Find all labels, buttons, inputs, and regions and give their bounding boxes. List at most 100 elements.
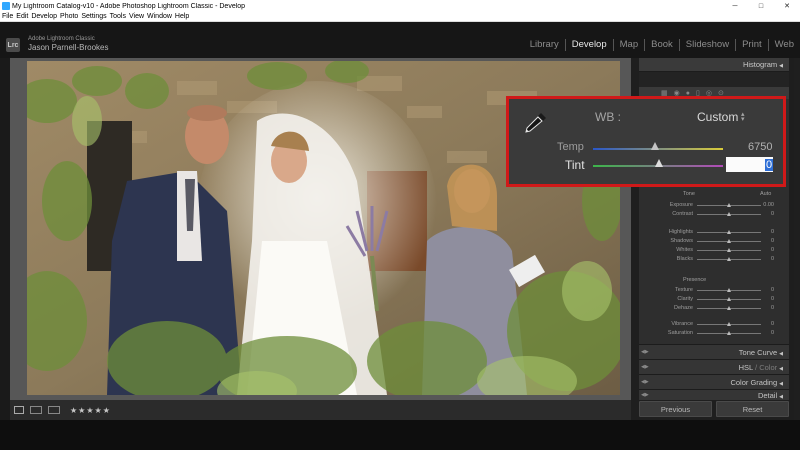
slider-label: Exposure [669, 202, 693, 208]
slider-label: Vibrance [671, 321, 693, 327]
expand-triangle-icon: ◀ [779, 351, 783, 357]
loupe-view-icon[interactable] [14, 406, 24, 414]
temp-value[interactable]: 6750 [748, 141, 772, 153]
slider-row[interactable]: Highlights 0 [639, 228, 789, 237]
eyedropper-icon[interactable] [519, 110, 549, 134]
tone-curve-panel[interactable]: ◀▶ Tone Curve ◀ [639, 344, 789, 359]
updown-arrows-icon[interactable]: ▴ ▾ [741, 111, 745, 123]
slider-row[interactable]: Shadows 0 [639, 237, 789, 246]
module-library[interactable]: Library [524, 39, 565, 51]
menu-edit[interactable]: Edit [16, 13, 28, 20]
color-grading-panel[interactable]: ◀▶ Color Grading ◀ [639, 374, 789, 389]
slider-row[interactable]: Exposure 0.00 [639, 201, 789, 210]
slider-value[interactable]: 0 [771, 256, 774, 262]
module-book[interactable]: Book [644, 39, 679, 51]
menu-window[interactable]: Window [147, 13, 172, 20]
slider-value[interactable]: 0 [771, 305, 774, 311]
panel-switch-icon[interactable]: ◀▶ [641, 375, 649, 390]
tint-value-selected[interactable]: 0 [765, 159, 773, 171]
slider-value[interactable]: 0 [771, 296, 774, 302]
menu-view[interactable]: View [129, 13, 144, 20]
slider-value[interactable]: 0 [771, 287, 774, 293]
slider-knob[interactable] [727, 306, 731, 310]
slider-label: Highlights [668, 229, 693, 235]
module-map[interactable]: Map [612, 39, 644, 51]
menu-file[interactable]: File [2, 13, 13, 20]
menu-help[interactable]: Help [175, 13, 189, 20]
tone-label: Tone [683, 191, 695, 197]
expand-triangle-icon: ◀ [779, 366, 783, 372]
slider-knob[interactable] [727, 203, 731, 207]
slider-value[interactable]: 0 [771, 229, 774, 235]
slider-row[interactable]: Clarity 0 [639, 295, 789, 304]
slider-value[interactable]: 0 [771, 238, 774, 244]
slider-row[interactable]: Vibrance 0 [639, 320, 789, 329]
left-panel-collapsed[interactable] [0, 58, 10, 420]
hsl-color-title[interactable]: Color [759, 363, 777, 372]
slider-value[interactable]: 0 [771, 247, 774, 253]
maximize-button[interactable]: □ [748, 3, 774, 10]
wb-label: WB : [595, 110, 621, 124]
slider-row[interactable]: Dehaze 0 [639, 304, 789, 313]
slider-knob[interactable] [727, 248, 731, 252]
tint-slider-knob[interactable] [655, 159, 663, 167]
presence-label: Presence [683, 277, 707, 283]
module-print[interactable]: Print [735, 39, 768, 51]
module-slideshow[interactable]: Slideshow [678, 39, 735, 51]
panel-switch-icon[interactable]: ◀▶ [641, 345, 649, 360]
reset-button[interactable]: Reset [716, 401, 789, 417]
right-panel-scrollbar[interactable] [789, 58, 794, 420]
slider-row[interactable]: Saturation 0 [639, 329, 789, 338]
close-button[interactable]: ✕ [774, 2, 800, 10]
slider-row[interactable]: Contrast 0 [639, 210, 789, 219]
filmstrip-area [0, 420, 800, 450]
slider-knob[interactable] [727, 331, 731, 335]
panel-switch-icon[interactable]: ◀▶ [641, 360, 649, 375]
minimize-button[interactable]: ─ [722, 3, 748, 10]
window-title: My Lightroom Catalog-v10 - Adobe Photosh… [12, 2, 246, 10]
hsl-panel[interactable]: ◀▶ HSL / Color ◀ [639, 359, 789, 374]
wb-preset-select[interactable]: Custom [697, 110, 738, 124]
tone-curve-title: Tone Curve [738, 348, 778, 357]
slider-value[interactable]: 0.00 [763, 202, 774, 208]
menu-photo[interactable]: Photo [60, 13, 78, 20]
expand-triangle-icon: ◀ [779, 381, 783, 387]
menu-develop[interactable]: Develop [31, 13, 57, 20]
slider-label: Texture [674, 287, 693, 293]
slider-value[interactable]: 0 [771, 321, 774, 327]
detail-panel[interactable]: ◀▶ Detail ◀ [639, 389, 789, 400]
slider-row[interactable]: Blacks 0 [639, 255, 789, 264]
slider-label: Whites [676, 247, 693, 253]
slider-value[interactable]: 0 [771, 330, 774, 336]
temp-label: Temp [557, 141, 584, 153]
module-web[interactable]: Web [767, 39, 800, 51]
menu-settings[interactable]: Settings [81, 13, 106, 20]
slider-value[interactable]: 0 [771, 211, 774, 217]
title-bar: My Lightroom Catalog-v10 - Adobe Photosh… [0, 0, 800, 12]
module-develop[interactable]: Develop [564, 39, 613, 51]
slider-row[interactable]: Texture 0 [639, 286, 789, 295]
lrc-logo: Lrc [6, 38, 20, 52]
histogram-header[interactable]: Histogram ◀ [639, 58, 789, 72]
slider-knob[interactable] [727, 322, 731, 326]
menu-tools[interactable]: Tools [110, 13, 126, 20]
slider-knob[interactable] [727, 230, 731, 234]
star-rating[interactable]: ★★★★★ [70, 406, 111, 415]
compare-view-icon[interactable] [48, 406, 60, 414]
before-after-icon[interactable] [30, 406, 42, 414]
slider-knob[interactable] [727, 239, 731, 243]
previous-button[interactable]: Previous [639, 401, 712, 417]
temp-slider-knob[interactable] [651, 142, 659, 150]
tone-auto-button[interactable]: Auto [760, 191, 771, 197]
slider-knob[interactable] [727, 212, 731, 216]
module-picker: Library Develop Map Book Slideshow Print… [524, 39, 800, 51]
lightroom-window: My Lightroom Catalog-v10 - Adobe Photosh… [0, 0, 800, 450]
hsl-title: HSL [738, 363, 753, 372]
expand-triangle-icon: ◀ [779, 394, 783, 400]
slider-row[interactable]: Whites 0 [639, 246, 789, 255]
panel-switch-icon[interactable]: ◀▶ [641, 390, 649, 400]
slider-knob[interactable] [727, 288, 731, 292]
slider-knob[interactable] [727, 257, 731, 261]
slider-knob[interactable] [727, 297, 731, 301]
histogram-title: Histogram [742, 60, 778, 69]
